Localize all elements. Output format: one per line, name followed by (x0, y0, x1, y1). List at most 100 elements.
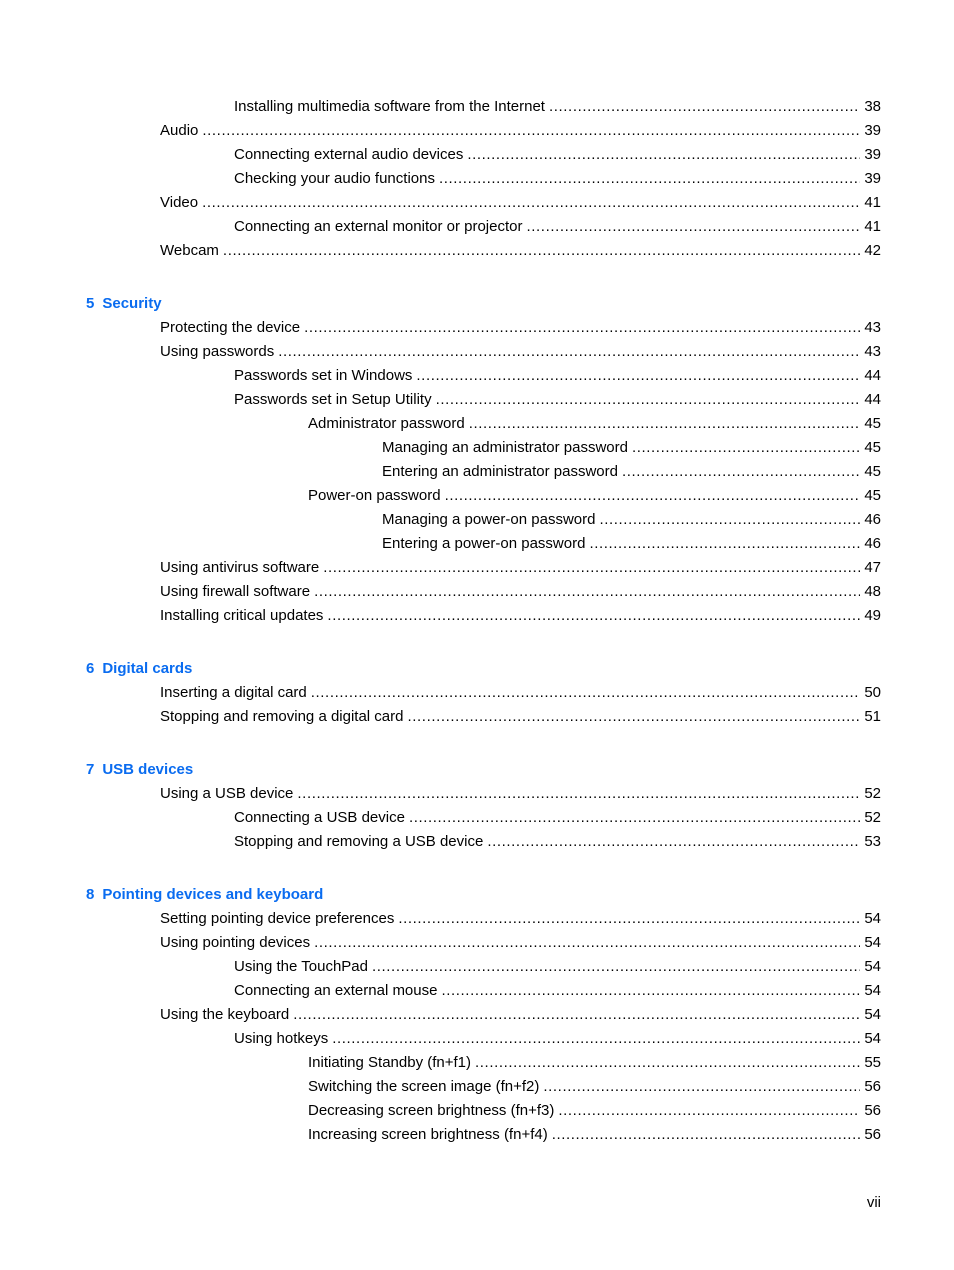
chapter-title: Pointing devices and keyboard (102, 885, 324, 903)
toc-entry-row: Connecting an external monitor or projec… (0, 214, 954, 239)
toc-entry-title: Decreasing screen brightness (fn+f3) (308, 1098, 559, 1123)
dot-leader (527, 215, 861, 239)
toc-entry-link[interactable]: Using passwords 43 (160, 339, 881, 364)
toc-entry-link[interactable]: Increasing screen brightness (fn+f4) 56 (308, 1122, 881, 1147)
toc-entry-link[interactable]: Connecting a USB device 52 (234, 805, 881, 830)
toc-entry-link[interactable]: Connecting external audio devices 39 (234, 142, 881, 167)
toc-entry-page-number: 52 (864, 808, 881, 826)
toc-entry-title: Protecting the device (160, 315, 305, 340)
toc-entry-link[interactable]: Connecting an external mouse 54 (234, 978, 881, 1003)
toc-entry-link[interactable]: Power-on password 45 (308, 483, 881, 508)
toc-entry-link[interactable]: Managing an administrator password 45 (382, 435, 881, 460)
toc-entry-title: Connecting an external monitor or projec… (234, 214, 527, 239)
dot-leader (622, 460, 860, 484)
toc-entry-title: Using pointing devices (160, 930, 315, 955)
toc-entry-link[interactable]: Passwords set in Setup Utility 44 (234, 387, 881, 412)
chapter-heading-link[interactable]: 6 Digital cards (86, 657, 192, 681)
toc-entry-link[interactable]: Entering an administrator password 45 (382, 459, 881, 484)
toc-entry-row: Installing multimedia software from the … (0, 94, 954, 119)
toc-entry-title: Webcam (160, 238, 223, 263)
chapter-heading-link[interactable]: 7 USB devices (86, 758, 193, 782)
dot-leader (416, 364, 860, 388)
toc-entry-title: Video (160, 190, 203, 215)
toc-entry-link[interactable]: Checking your audio functions 39 (234, 166, 881, 191)
toc-entry-link[interactable]: Video 41 (160, 190, 881, 215)
dot-leader (439, 167, 860, 191)
chapter-number: 6 (86, 659, 95, 677)
dot-leader (202, 191, 860, 215)
toc-entry-title: Using hotkeys (234, 1026, 333, 1051)
dot-leader (311, 681, 861, 705)
toc-entry-row: Inserting a digital card 50 (0, 680, 954, 705)
toc-entry-link[interactable]: Stopping and removing a digital card 51 (160, 704, 881, 729)
dot-leader (632, 436, 860, 460)
toc-entry-link[interactable]: Using a USB device 52 (160, 781, 881, 806)
toc-entry-link[interactable]: Using the TouchPad 54 (234, 954, 881, 979)
toc-entry-link[interactable]: Entering a power-on password 46 (382, 531, 881, 556)
toc-entry-page-number: 53 (864, 832, 881, 850)
dot-leader (372, 955, 860, 979)
toc-entry-link[interactable]: Passwords set in Windows 44 (234, 363, 881, 388)
toc-entry-page-number: 56 (864, 1125, 881, 1143)
toc-entry-link[interactable]: Installing critical updates 49 (160, 603, 881, 628)
toc-entry-link[interactable]: Managing a power-on password 46 (382, 507, 881, 532)
chapter-number: 7 (86, 760, 95, 778)
toc-entry-link[interactable]: Administrator password 45 (308, 411, 881, 436)
toc-entry-link[interactable]: Stopping and removing a USB device 53 (234, 829, 881, 854)
dot-leader (558, 1099, 860, 1123)
toc-entry-page-number: 39 (864, 121, 881, 139)
toc-entry-title: Using a USB device (160, 781, 298, 806)
toc-entry-row: Using pointing devices 54 (0, 930, 954, 955)
toc-entry-link[interactable]: Using antivirus software 47 (160, 555, 881, 580)
toc-entry-link[interactable]: Setting pointing device preferences 54 (160, 906, 881, 931)
toc-entry-title: Connecting an external mouse (234, 978, 442, 1003)
toc-entry-link[interactable]: Decreasing screen brightness (fn+f3) 56 (308, 1098, 881, 1123)
toc-entry-title: Entering a power-on password (382, 531, 590, 556)
toc-entry-page-number: 55 (864, 1053, 881, 1071)
toc-entry-title: Setting pointing device preferences (160, 906, 399, 931)
dot-leader (314, 580, 860, 604)
toc-entry-row: Connecting a USB device 52 (0, 805, 954, 830)
toc-entry-title: Power-on password (308, 483, 445, 508)
toc-entry-link[interactable]: Switching the screen image (fn+f2) 56 (308, 1074, 881, 1099)
toc-entry-page-number: 54 (864, 909, 881, 927)
toc-entry-link[interactable]: Audio 39 (160, 118, 881, 143)
toc-entry-title: Using antivirus software (160, 555, 324, 580)
toc-entry-row: Administrator password 45 (0, 411, 954, 436)
toc-entry-link[interactable]: Initiating Standby (fn+f1) 55 (308, 1050, 881, 1075)
toc-entry-title: Managing an administrator password (382, 435, 632, 460)
toc-entry-row: Using a USB device 52 (0, 781, 954, 806)
dot-leader (441, 979, 860, 1003)
toc-entry-link[interactable]: Using hotkeys 54 (234, 1026, 881, 1051)
dot-leader (599, 508, 860, 532)
chapter-heading-link[interactable]: 5 Security (86, 292, 162, 316)
toc-entry-row: Power-on password 45 (0, 483, 954, 508)
chapter-number: 8 (86, 885, 95, 903)
dot-leader (469, 412, 861, 436)
toc-entry-link[interactable]: Connecting an external monitor or projec… (234, 214, 881, 239)
toc-entry-row: Audio 39 (0, 118, 954, 143)
toc-entry-link[interactable]: Using pointing devices 54 (160, 930, 881, 955)
toc-entry-link[interactable]: Protecting the device 43 (160, 315, 881, 340)
toc-entry-title: Administrator password (308, 411, 469, 436)
toc-entry-link[interactable]: Installing multimedia software from the … (234, 94, 881, 119)
toc-entry-link[interactable]: Webcam 42 (160, 238, 881, 263)
toc-entry-row: Using the keyboard 54 (0, 1002, 954, 1027)
toc-entry-row: Connecting an external mouse 54 (0, 978, 954, 1003)
toc-entry-link[interactable]: Using firewall software 48 (160, 579, 881, 604)
toc-entry-page-number: 41 (864, 193, 881, 211)
toc-entry-row: Stopping and removing a digital card 51 (0, 704, 954, 729)
toc-entry-link[interactable]: Using the keyboard 54 (160, 1002, 881, 1027)
toc-entry-title: Installing multimedia software from the … (234, 94, 549, 119)
chapter-heading-link[interactable]: 8 Pointing devices and keyboard (86, 883, 323, 907)
toc-entry-page-number: 43 (864, 342, 881, 360)
toc-entry-page-number: 46 (864, 510, 881, 528)
toc-entry-link[interactable]: Inserting a digital card 50 (160, 680, 881, 705)
toc-entry-page-number: 39 (864, 169, 881, 187)
toc-entry-title: Inserting a digital card (160, 680, 311, 705)
toc-entry-row: Decreasing screen brightness (fn+f3) 56 (0, 1098, 954, 1123)
dot-leader (475, 1051, 860, 1075)
toc-entry-title: Passwords set in Windows (234, 363, 417, 388)
toc-entry-title: Audio (160, 118, 203, 143)
dot-leader (543, 1075, 860, 1099)
